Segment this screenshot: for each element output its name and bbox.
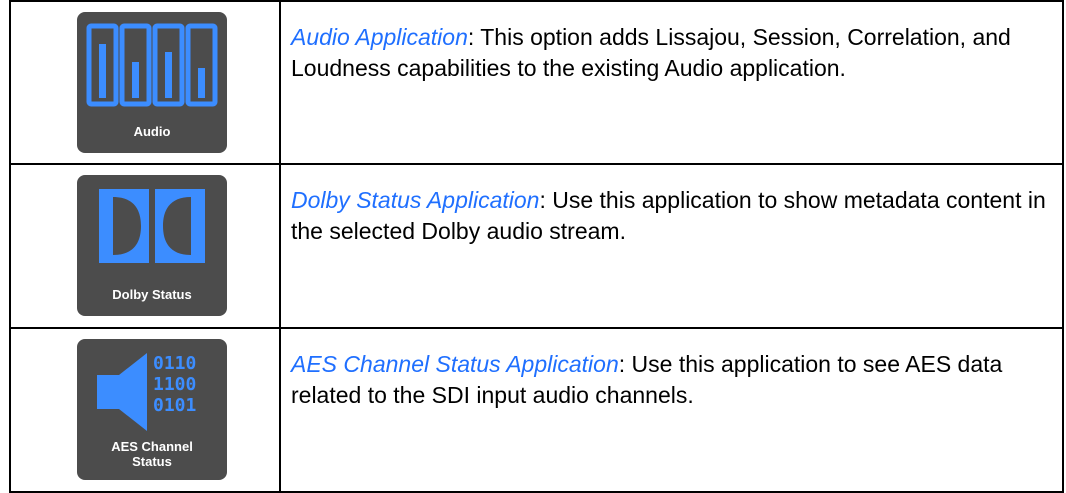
table-row: Dolby Status Dolby Status Application: U… (9, 163, 1064, 329)
description-cell: Dolby Status Application: Use this appli… (279, 163, 1064, 329)
icon-cell: Dolby Status (9, 163, 281, 329)
audio-app-tile[interactable]: Audio (77, 12, 227, 153)
applications-table: Audio Audio Application: This option add… (9, 0, 1064, 493)
binary-digits: 0110 1100 0101 (153, 353, 223, 416)
binary-row: 0110 (153, 353, 197, 374)
binary-row: 0101 (153, 395, 197, 416)
description-cell: Audio Application: This option adds Liss… (279, 0, 1064, 165)
dolby-tile-label: Dolby Status (112, 287, 192, 302)
icon-cell: Audio (9, 0, 281, 165)
description-cell: AES Channel Status Application: Use this… (279, 327, 1064, 493)
aes-channel-status-application-link[interactable]: AES Channel Status Application (291, 351, 619, 377)
table-row: 0110 1100 0101 AES Channel Status AES Ch… (9, 327, 1064, 493)
icon-cell: 0110 1100 0101 AES Channel Status (9, 327, 281, 493)
table-row: Audio Audio Application: This option add… (9, 0, 1064, 165)
aes-channel-status-app-tile[interactable]: 0110 1100 0101 AES Channel Status (77, 339, 227, 480)
audio-tile-label: Audio (133, 124, 171, 139)
binary-row: 1100 (153, 374, 197, 395)
audio-application-link[interactable]: Audio Application (291, 24, 468, 50)
aes-tile-label: AES Channel Status (111, 439, 193, 469)
dolby-status-application-link[interactable]: Dolby Status Application (291, 187, 539, 213)
dolby-status-app-tile[interactable]: Dolby Status (77, 175, 227, 316)
